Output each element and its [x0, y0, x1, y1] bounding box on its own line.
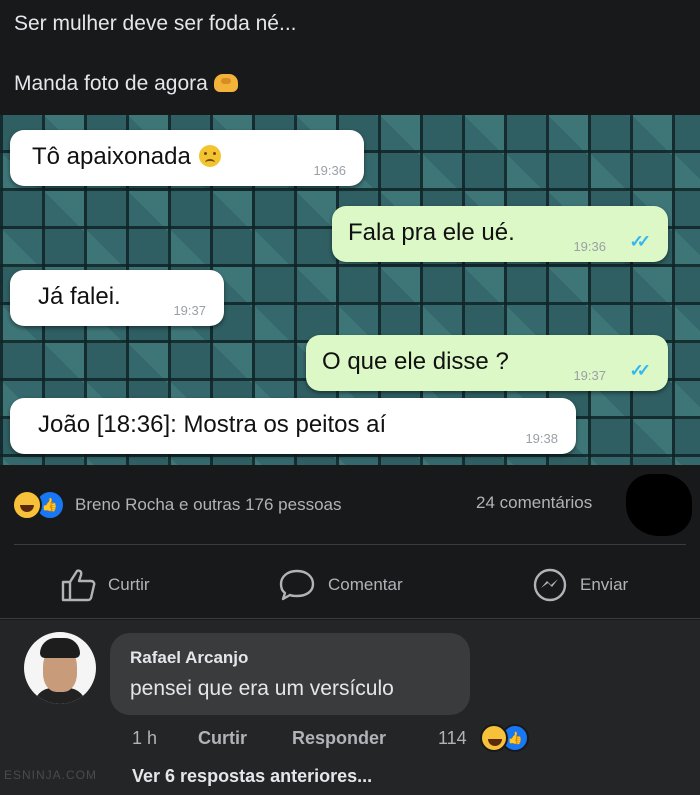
- sad-emoji-icon: [198, 145, 221, 167]
- like-button[interactable]: Curtir: [60, 567, 150, 603]
- comment-button[interactable]: Comentar: [278, 567, 403, 603]
- comment-author[interactable]: Rafael Arcanjo: [130, 648, 248, 668]
- double-check-icon: ✓✓: [629, 361, 651, 380]
- comment-reactions[interactable]: 👍: [480, 724, 529, 752]
- post-text-line-2: Manda foto de agora: [14, 72, 238, 96]
- handshake-emoji-icon: [213, 74, 238, 92]
- divider: [0, 618, 700, 619]
- haha-reaction-icon: [12, 490, 42, 520]
- divider: [14, 544, 686, 545]
- post-text-line-1: Ser mulher deve ser foda né...: [14, 12, 297, 35]
- comment-time: 1 h: [132, 728, 158, 748]
- chat-message-incoming: Tô apaixonada 19:36: [10, 130, 364, 186]
- haha-reaction-icon: [480, 724, 508, 752]
- thumbs-up-icon: [61, 569, 96, 602]
- comment-text: pensei que era um versículo: [130, 677, 394, 700]
- chat-message-time: 19:36: [573, 239, 606, 254]
- like-button-label: Curtir: [108, 575, 150, 594]
- messenger-icon: [533, 568, 567, 602]
- chat-message-time: 19:37: [573, 368, 606, 383]
- post-text-line-2-label: Manda foto de agora: [14, 72, 208, 95]
- comment-icon: [279, 569, 315, 601]
- send-button-label: Enviar: [580, 575, 629, 594]
- chat-message-time: 19:36: [313, 163, 346, 178]
- chat-message-outgoing: Fala pra ele ué. 19:36 ✓✓: [332, 206, 668, 262]
- view-previous-replies-link[interactable]: Ver 6 respostas anteriores...: [132, 766, 372, 787]
- chat-screenshot-image[interactable]: Tô apaixonada 19:36 Fala pra ele ué. 19:…: [0, 115, 700, 465]
- comment-button-label: Comentar: [328, 575, 403, 594]
- chat-message-text: Fala pra ele ué.: [348, 219, 515, 246]
- comments-count-link[interactable]: 24 comentários: [476, 493, 592, 513]
- send-button[interactable]: Enviar: [532, 567, 628, 603]
- chat-message-outgoing: O que ele disse ? 19:37 ✓✓: [306, 335, 668, 391]
- chat-message-text: Tô apaixonada: [32, 143, 191, 170]
- avatar[interactable]: [24, 632, 96, 704]
- reactions-text[interactable]: Breno Rocha e outras 176 pessoas: [75, 495, 342, 515]
- comment-like-button[interactable]: Curtir: [198, 728, 247, 749]
- comment-bubble: [110, 633, 470, 715]
- chat-message-text: João [18:36]: Mostra os peitos aí: [38, 411, 387, 438]
- chat-message-incoming: Já falei. 19:37: [10, 270, 224, 326]
- chat-message-time: 19:37: [173, 303, 206, 318]
- comment-reaction-count[interactable]: 114: [438, 728, 467, 749]
- double-check-icon: ✓✓: [629, 232, 651, 251]
- reactions-summary[interactable]: 👍 Breno Rocha e outras 176 pessoas: [12, 490, 342, 520]
- chat-message-text: Já falei.: [38, 283, 121, 310]
- chat-message-time: 19:38: [525, 431, 558, 446]
- comment-reply-button[interactable]: Responder: [292, 728, 386, 749]
- chat-message-incoming: João [18:36]: Mostra os peitos aí 19:38: [10, 398, 576, 454]
- redaction-blot: [626, 474, 692, 536]
- chat-message-text: O que ele disse ?: [322, 348, 509, 375]
- watermark: ESNINJA.COM: [4, 768, 98, 782]
